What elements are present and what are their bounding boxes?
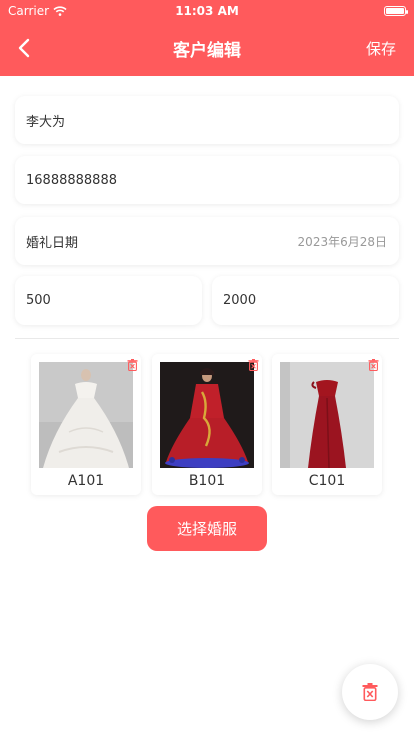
- battery-icon: [384, 6, 408, 16]
- dress-image: [160, 362, 254, 468]
- phone-field[interactable]: 16888888888: [15, 156, 399, 204]
- name-field[interactable]: 李大为: [15, 96, 399, 144]
- header: Carrier 11:03 AM 客户编辑 保存: [0, 0, 414, 76]
- amount-field-2[interactable]: 2000: [212, 276, 399, 325]
- dress-card[interactable]: B101: [152, 354, 262, 495]
- amount-field-1[interactable]: 500: [15, 276, 202, 325]
- amount-value-1: 500: [26, 293, 51, 308]
- wedding-date-field[interactable]: 婚礼日期 2023年6月28日: [15, 217, 399, 265]
- dress-image: [39, 362, 133, 468]
- wedding-date-value: 2023年6月28日: [297, 234, 387, 249]
- status-bar: Carrier 11:03 AM: [0, 0, 414, 22]
- delete-customer-button[interactable]: [342, 664, 398, 720]
- status-time: 11:03 AM: [175, 4, 239, 18]
- dress-card[interactable]: C101: [272, 354, 382, 495]
- trash-icon: [362, 683, 378, 701]
- trash-icon[interactable]: [368, 359, 379, 371]
- dress-code: B101: [188, 473, 226, 489]
- trash-icon[interactable]: [248, 359, 259, 371]
- dress-image: [280, 362, 374, 468]
- wedding-date-label: 婚礼日期: [26, 235, 79, 251]
- dress-code: C101: [308, 473, 346, 489]
- dress-code: A101: [67, 473, 105, 489]
- name-value: 李大为: [26, 114, 66, 130]
- phone-value: 16888888888: [26, 172, 117, 188]
- dress-card[interactable]: A101: [31, 354, 141, 495]
- save-button[interactable]: 保存: [366, 38, 396, 59]
- amount-value-2: 2000: [223, 293, 257, 308]
- page-title: 客户编辑: [173, 41, 241, 61]
- trash-icon[interactable]: [127, 359, 138, 371]
- nav-bar: 客户编辑 保存: [0, 22, 414, 76]
- app-screen: Carrier 11:03 AM 客户编辑 保存 李大为 16888888888…: [0, 0, 414, 736]
- divider: [15, 338, 399, 339]
- select-dress-button[interactable]: 选择婚服: [147, 506, 267, 551]
